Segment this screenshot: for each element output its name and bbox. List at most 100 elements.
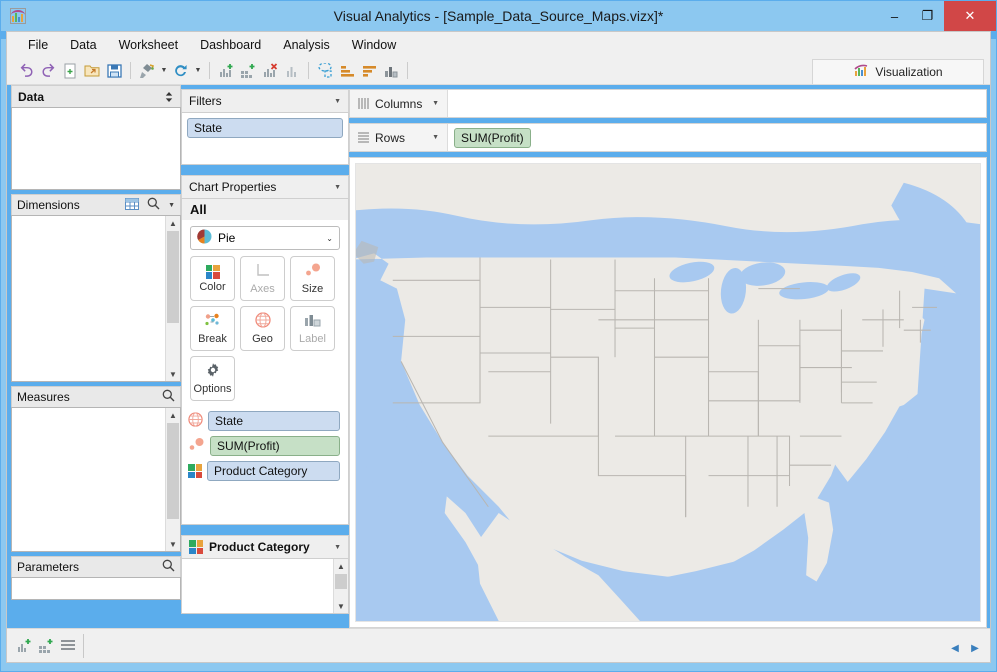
- tab-separator: [83, 634, 84, 658]
- minimize-button[interactable]: –: [878, 1, 911, 31]
- data-pane-expander[interactable]: [164, 91, 174, 103]
- scroll-down-arrow[interactable]: ▼: [166, 537, 180, 551]
- menu-dashboard[interactable]: Dashboard: [189, 34, 272, 56]
- axes-button[interactable]: Axes: [240, 256, 285, 301]
- rows-drop-area[interactable]: SUM(Profit): [448, 128, 986, 148]
- rows-dropdown-caret[interactable]: ▼: [432, 134, 439, 141]
- shelf-pill-state[interactable]: State: [208, 411, 340, 431]
- refresh-button[interactable]: [170, 60, 192, 82]
- measures-search-icon[interactable]: [162, 389, 175, 405]
- sort-desc-button[interactable]: [358, 60, 380, 82]
- rows-icon: [358, 132, 369, 143]
- search-icon[interactable]: [147, 197, 160, 213]
- workspace: Data Dimensions ▼: [7, 85, 990, 628]
- close-button[interactable]: ✕: [944, 1, 996, 31]
- remove-chart-button[interactable]: [259, 60, 281, 82]
- menu-analysis[interactable]: Analysis: [272, 34, 341, 56]
- chart-button[interactable]: [281, 60, 303, 82]
- undo-button[interactable]: [15, 60, 37, 82]
- window-controls: – ❐ ✕: [878, 1, 996, 31]
- data-source-list[interactable]: [11, 107, 181, 190]
- sort-asc-button[interactable]: [336, 60, 358, 82]
- filters-body[interactable]: State: [181, 112, 349, 165]
- menu-window[interactable]: Window: [341, 34, 407, 56]
- add-chart-button[interactable]: [215, 60, 237, 82]
- histogram-button[interactable]: [380, 60, 402, 82]
- clear-button[interactable]: [136, 60, 158, 82]
- measures-list[interactable]: ▲ ▼: [11, 407, 181, 552]
- legend-title: Product Category: [209, 540, 310, 554]
- measures-scrollbar[interactable]: ▲ ▼: [165, 408, 180, 551]
- shelf-pill-product-category[interactable]: Product Category: [207, 461, 340, 481]
- scroll-up-arrow[interactable]: ▲: [334, 559, 348, 573]
- scroll-up-arrow[interactable]: ▲: [166, 408, 180, 422]
- scroll-thumb[interactable]: [167, 423, 179, 519]
- dimension-rows: [12, 216, 180, 218]
- chart-properties-header: Chart Properties ▼: [181, 175, 349, 198]
- add-grid-tab-icon[interactable]: [35, 635, 57, 657]
- application-window: Visual Analytics - [Sample_Data_Source_M…: [0, 0, 997, 672]
- menu-data[interactable]: Data: [59, 34, 107, 56]
- menu-worksheet[interactable]: Worksheet: [108, 34, 190, 56]
- dimensions-list[interactable]: ▲ ▼: [11, 215, 181, 382]
- legend-collapse-caret[interactable]: ▼: [334, 544, 341, 551]
- symbol-map[interactable]: [355, 163, 981, 622]
- app-icon: [9, 7, 27, 25]
- scroll-up-arrow[interactable]: ▲: [166, 216, 180, 230]
- label-icon: [304, 313, 321, 331]
- refresh-dropdown-caret[interactable]: ▼: [192, 60, 204, 82]
- list-tab-icon[interactable]: [57, 635, 79, 657]
- maximize-button[interactable]: ❐: [911, 1, 944, 31]
- parameters-search-icon[interactable]: [162, 559, 175, 575]
- tab-prev-button[interactable]: ◀: [946, 638, 964, 658]
- dimensions-scrollbar[interactable]: ▲ ▼: [165, 216, 180, 381]
- chart-type-combo[interactable]: Pie ⌄: [190, 226, 340, 250]
- toolbar-separator-2: [209, 62, 210, 79]
- measures-label: Measures: [17, 390, 70, 404]
- menu-file[interactable]: File: [17, 34, 59, 56]
- label-button[interactable]: Label: [290, 306, 335, 351]
- geo-button-label: Geo: [252, 333, 273, 345]
- shelf-pill-profit[interactable]: SUM(Profit): [210, 436, 340, 456]
- filter-pill-state[interactable]: State: [187, 118, 343, 138]
- size-button[interactable]: Size: [290, 256, 335, 301]
- scroll-down-arrow[interactable]: ▼: [166, 367, 180, 381]
- chevron-down-icon[interactable]: ⌄: [326, 234, 333, 243]
- scroll-thumb[interactable]: [335, 574, 347, 589]
- chart-properties-body: All Pie ⌄: [181, 198, 349, 525]
- worksheet-tab-bar: ◀ ▶: [7, 628, 990, 662]
- geo-button[interactable]: Geo: [240, 306, 285, 351]
- rows-shelf[interactable]: Rows ▼ SUM(Profit): [349, 123, 987, 152]
- open-button[interactable]: [81, 60, 103, 82]
- clear-dropdown-caret[interactable]: ▼: [158, 60, 170, 82]
- break-button-label: Break: [198, 333, 227, 345]
- tab-next-button[interactable]: ▶: [966, 638, 984, 658]
- columns-dropdown-caret[interactable]: ▼: [432, 100, 439, 107]
- select-button[interactable]: [314, 60, 336, 82]
- new-button[interactable]: [59, 60, 81, 82]
- save-button[interactable]: [103, 60, 125, 82]
- visualization-tab-button[interactable]: Visualization: [812, 59, 984, 84]
- parameters-list[interactable]: [11, 577, 181, 600]
- map-frame: [349, 157, 987, 628]
- add-grid-button[interactable]: [237, 60, 259, 82]
- scroll-thumb[interactable]: [167, 231, 179, 323]
- chart-property-buttons: Color Axes Size: [182, 256, 348, 407]
- columns-shelf[interactable]: Columns ▼: [349, 89, 987, 118]
- options-button-label: Options: [194, 383, 232, 395]
- shelf-row-product-category: Product Category: [188, 461, 340, 481]
- color-button[interactable]: Color: [190, 256, 235, 301]
- chart-properties-collapse-caret[interactable]: ▼: [334, 184, 341, 191]
- dimensions-dropdown-caret[interactable]: ▼: [168, 202, 175, 209]
- legend-body[interactable]: ▲ ▼: [181, 558, 349, 614]
- data-pane-header: Data: [11, 85, 181, 107]
- legend-scrollbar[interactable]: ▲ ▼: [333, 559, 348, 613]
- add-chart-tab-icon[interactable]: [13, 635, 35, 657]
- scroll-down-arrow[interactable]: ▼: [334, 599, 348, 613]
- break-button[interactable]: Break: [190, 306, 235, 351]
- options-button[interactable]: Options: [190, 356, 235, 401]
- redo-button[interactable]: [37, 60, 59, 82]
- rows-pill-profit[interactable]: SUM(Profit): [454, 128, 531, 148]
- table-view-icon[interactable]: [125, 198, 139, 213]
- filters-collapse-caret[interactable]: ▼: [334, 98, 341, 105]
